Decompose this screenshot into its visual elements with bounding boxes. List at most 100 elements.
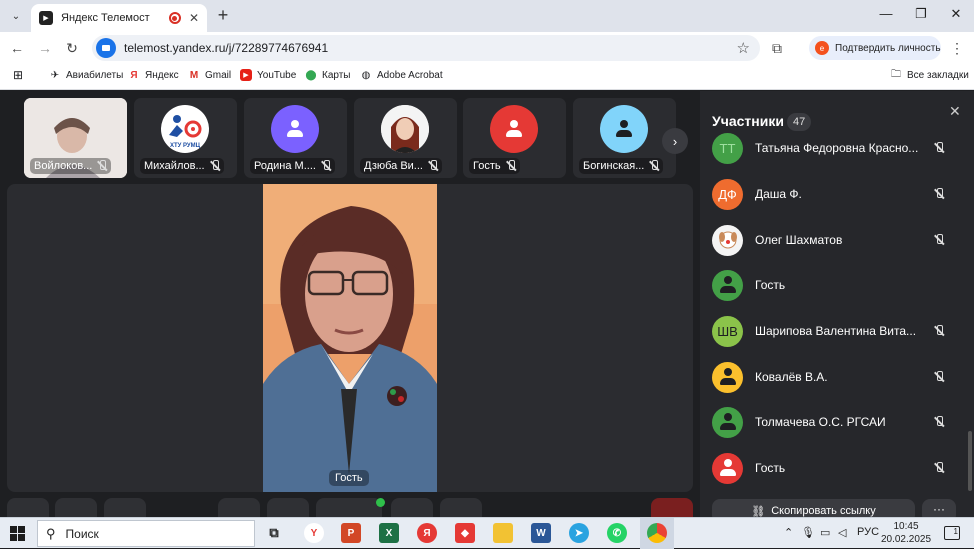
tile-name-tag: Дзюба Ви... xyxy=(360,158,442,174)
person-icon xyxy=(719,368,737,386)
bookmark-gmail[interactable]: M Gmail xyxy=(188,69,231,81)
plane-icon: ✈ xyxy=(50,69,60,81)
participant-row[interactable]: Гость xyxy=(712,452,952,484)
microphone-icon[interactable]: 🎙 xyxy=(801,526,815,539)
avatar xyxy=(712,361,743,393)
windows-taskbar: ⚲ Поиск ⧉ Y P X Я ◆ W ➤ ✆ ⌃ 🎙 ▭ ◁ РУС 10… xyxy=(0,517,974,549)
bookmark-youtube[interactable]: ▶ YouTube xyxy=(240,69,296,81)
task-view-icon[interactable]: ⧉ xyxy=(264,523,284,543)
powerpoint-icon[interactable]: P xyxy=(341,523,361,543)
bookmark-maps[interactable]: ⬤ Карты xyxy=(305,69,350,81)
participant-tile[interactable]: Дзюба Ви... xyxy=(354,98,457,178)
speaker-video-frame xyxy=(263,184,437,492)
file-explorer-icon[interactable] xyxy=(493,523,513,543)
whatsapp-icon[interactable]: ✆ xyxy=(607,523,627,543)
participant-tile[interactable]: ХТУ РУМЦ Михайлов... xyxy=(134,98,237,178)
mic-off-icon xyxy=(428,160,438,172)
tab-list-dropdown[interactable]: ⌄ xyxy=(6,6,26,26)
mic-off-icon xyxy=(934,234,944,246)
reload-button[interactable]: ↻ xyxy=(63,39,81,57)
participant-row[interactable]: Гость xyxy=(712,269,952,301)
mic-off-icon xyxy=(934,462,944,474)
notifications-icon[interactable]: 1 xyxy=(944,526,960,540)
person-icon xyxy=(719,413,737,431)
mic-off-icon xyxy=(210,160,220,172)
browser-menu-icon[interactable]: ⋮ xyxy=(950,40,964,57)
close-panel-icon[interactable]: ✕ xyxy=(949,103,961,120)
apps-grid-icon[interactable]: ⊞ xyxy=(12,68,24,82)
chrome-icon[interactable] xyxy=(647,523,667,543)
clock[interactable]: 10:45 20.02.2025 xyxy=(878,520,934,546)
rumc-logo-icon: ХТУ РУМЦ xyxy=(169,115,202,149)
volume-icon[interactable]: ◁ xyxy=(838,526,846,539)
panel-title: Участники xyxy=(712,113,784,129)
word-icon[interactable]: W xyxy=(531,523,551,543)
tab-telemost[interactable]: ▶ Яндекс Телемост ✕ xyxy=(31,4,207,32)
avatar xyxy=(490,105,538,153)
start-button[interactable] xyxy=(10,526,26,542)
yandex-browser-icon[interactable]: Y xyxy=(304,523,324,543)
minimize-button[interactable]: — xyxy=(876,6,896,21)
network-icon[interactable]: ▭ xyxy=(820,526,830,539)
participant-tile[interactable]: Войлоков... xyxy=(24,98,127,178)
gmail-icon: M xyxy=(189,69,199,81)
restore-button[interactable]: ❐ xyxy=(911,6,931,22)
folder-icon: 🗀 xyxy=(891,68,901,80)
excel-icon[interactable]: X xyxy=(379,523,399,543)
bookmark-star-icon[interactable]: ☆ xyxy=(737,39,750,57)
close-window-button[interactable]: ✕ xyxy=(946,6,966,22)
telemost-favicon-icon: ▶ xyxy=(39,11,53,25)
app-icon[interactable]: ◆ xyxy=(455,523,475,543)
participants-count-badge: 47 xyxy=(787,113,812,131)
forward-button[interactable]: → xyxy=(36,39,54,57)
person-icon xyxy=(719,276,737,294)
participant-row[interactable]: Толмачева О.С. РГСАИ xyxy=(712,406,952,438)
taskbar-search-input[interactable]: ⚲ Поиск xyxy=(37,520,255,547)
extensions-icon[interactable]: ⧉ xyxy=(772,40,782,57)
participant-tile[interactable]: Богинская... xyxy=(573,98,676,178)
speaker-video xyxy=(263,184,437,492)
yandex-icon[interactable]: Я xyxy=(417,523,437,543)
language-indicator[interactable]: РУС xyxy=(857,526,879,538)
address-bar[interactable]: telemost.yandex.ru/j/72289774676941 ☆ xyxy=(92,35,760,61)
avatar: ХТУ РУМЦ xyxy=(161,105,209,153)
panel-scrollbar[interactable] xyxy=(968,431,972,491)
meeting-area: Войлоков... ХТУ РУМЦ Михайлов... Родина … xyxy=(0,91,974,523)
participant-tile[interactable]: Родина М.... xyxy=(244,98,347,178)
tile-name-tag: Михайлов... xyxy=(140,158,224,174)
mic-off-icon xyxy=(649,160,659,172)
participant-row[interactable]: Олег Шахматов xyxy=(712,224,952,256)
speaker-name-tag: Гость xyxy=(329,470,369,486)
site-video-icon[interactable] xyxy=(96,38,116,58)
tile-name-tag: Родина М.... xyxy=(250,158,335,174)
main-stage: Гость xyxy=(7,184,693,492)
person-icon xyxy=(286,120,304,138)
verify-identity-button[interactable]: e Подтвердить личность xyxy=(809,36,941,60)
bookmarks-bar: ⊞ ✈ Авиабилеты Я Яндекс M Gmail ▶ YouTub… xyxy=(0,64,974,90)
strip-next-button[interactable]: › xyxy=(662,128,688,154)
participant-row[interactable]: ТТ Татьяна Федоровна Красно... xyxy=(712,132,952,164)
bookmark-yandex[interactable]: Я Яндекс xyxy=(128,69,178,81)
bookmark-aviabilety[interactable]: ✈ Авиабилеты xyxy=(49,69,123,81)
participant-row[interactable]: ДФ Даша Ф. xyxy=(712,178,952,210)
new-tab-button[interactable]: + xyxy=(214,6,232,24)
participant-row[interactable]: Ковалёв В.А. xyxy=(712,361,952,393)
participant-row[interactable]: ШВ Шарипова Валентина Вита... xyxy=(712,315,952,347)
search-icon: ⚲ xyxy=(46,525,56,541)
all-bookmarks[interactable]: 🗀 Все закладки xyxy=(890,69,969,81)
person-icon xyxy=(505,120,523,138)
telegram-icon[interactable]: ➤ xyxy=(569,523,589,543)
url-text[interactable]: telemost.yandex.ru/j/72289774676941 xyxy=(124,41,737,55)
close-tab-icon[interactable]: ✕ xyxy=(189,11,199,25)
avatar xyxy=(712,224,743,256)
back-button[interactable]: ← xyxy=(8,39,26,57)
avatar xyxy=(712,269,743,301)
participant-tile[interactable]: Гость xyxy=(463,98,566,178)
avatar xyxy=(271,105,319,153)
dog-avatar-icon xyxy=(718,231,737,249)
avatar-photo xyxy=(381,105,429,153)
bookmark-acrobat[interactable]: ◍ Adobe Acrobat xyxy=(360,69,443,81)
tray-overflow-icon[interactable]: ⌃ xyxy=(784,526,793,539)
avatar: ШВ xyxy=(712,315,743,347)
tile-name-tag: Войлоков... xyxy=(30,158,112,174)
